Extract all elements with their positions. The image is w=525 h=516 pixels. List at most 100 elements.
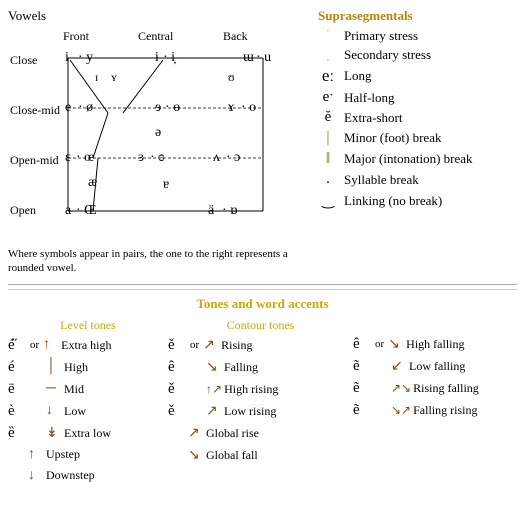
tone-low-rising: ě ↗ Low rising bbox=[168, 403, 353, 420]
tone-extra-high-mark: ↑ bbox=[43, 337, 59, 353]
tone-fr-desc: Falling rising bbox=[413, 403, 477, 418]
sym-U: ʊ bbox=[228, 70, 235, 84]
row-close: Close bbox=[10, 53, 37, 67]
tone-mid-letter: ē bbox=[8, 381, 26, 398]
tone-global-rise: ↗ Global rise bbox=[168, 425, 353, 442]
sym-ae: æ bbox=[88, 175, 97, 190]
vowels-title: Vowels bbox=[8, 8, 308, 24]
syllable-break-symbol: . bbox=[318, 171, 338, 188]
tone-low-letter: è bbox=[8, 403, 26, 420]
contour-tones-col: Contour tones ě or ↗ Rising ê ↘ Falling … bbox=[168, 318, 353, 489]
tone-upstep-desc: Upstep bbox=[46, 447, 80, 462]
tone-global-rise-desc: Global rise bbox=[206, 426, 259, 441]
tone-lf-letter: ẽ bbox=[353, 358, 371, 375]
supraseg-title: Suprasegmentals bbox=[318, 8, 517, 24]
sym-caret: ʌ bbox=[213, 150, 220, 165]
sym-close-o: · ɵ bbox=[165, 100, 180, 115]
tone-mid-mark: ─ bbox=[46, 381, 62, 397]
sym-u-bar: · ɨ̞ bbox=[163, 50, 177, 65]
tone-falling: ê ↘ Falling bbox=[168, 359, 353, 376]
tone-rf-desc: Rising falling bbox=[413, 381, 479, 396]
tone-low-falling: ẽ ↙ Low falling bbox=[353, 358, 517, 375]
tone-extra-high: é̋ or ↑ Extra high bbox=[8, 337, 168, 354]
section-divider bbox=[8, 284, 517, 285]
sym-a-bar: ɐ bbox=[163, 177, 169, 192]
tone-high-rising-mark: ↑↗ bbox=[206, 382, 222, 397]
tone-falling-mark: ↘ bbox=[206, 359, 222, 376]
tone-fr-letter: ẽ bbox=[353, 402, 371, 419]
tone-downstep-desc: Downstep bbox=[46, 468, 95, 483]
sym-schwa: ə bbox=[155, 125, 161, 140]
supraseg-linking: ‿ Linking (no break) bbox=[318, 191, 517, 210]
supraseg-syllable-break: . Syllable break bbox=[318, 171, 517, 188]
tone-high-rising: ě ↑↗ High rising bbox=[168, 381, 353, 398]
tone-rising-desc: Rising bbox=[221, 338, 252, 353]
supraseg-primary: ˈ Primary stress bbox=[318, 28, 517, 44]
extra-short-symbol: ĕ bbox=[318, 109, 338, 126]
minor-break-label: Minor (foot) break bbox=[344, 130, 441, 146]
supraseg-minor-break: | Minor (foot) break bbox=[318, 129, 517, 147]
long-symbol: eː bbox=[318, 66, 338, 86]
sym-open-o: · ɔ bbox=[226, 150, 240, 165]
sym-turned-a: · ɒ bbox=[222, 203, 237, 218]
tone-or-rising: or bbox=[190, 339, 199, 351]
tones-columns: Level tones é̋ or ↑ Extra high é │ High … bbox=[8, 318, 517, 489]
sym-y: · y bbox=[78, 50, 93, 65]
tone-rising-falling: ẽ ↗↘ Rising falling bbox=[353, 380, 517, 397]
sym-I: ɪ bbox=[95, 70, 98, 84]
secondary-stress-symbol: ˌ bbox=[318, 47, 338, 63]
minor-break-symbol: | bbox=[318, 129, 338, 147]
sym-w: ɯ bbox=[243, 50, 254, 65]
sym-rev-e: ɜ bbox=[138, 150, 144, 165]
page-container: Vowels Front Central Back Close Close-mi… bbox=[8, 8, 517, 489]
top-section: Vowels Front Central Back Close Close-mi… bbox=[8, 8, 517, 276]
tone-high-desc: High bbox=[64, 360, 88, 375]
col-front: Front bbox=[63, 29, 90, 43]
sym-rams: ɤ bbox=[228, 100, 235, 115]
sym-OE: · Œ bbox=[76, 203, 97, 218]
tone-low: è ↓ Low bbox=[8, 403, 168, 420]
tone-high-rising-letter: ě bbox=[168, 381, 186, 398]
vowels-chart: Front Central Back Close Close-mid Open-… bbox=[8, 26, 303, 241]
tone-downstep: ↓ Downstep bbox=[8, 468, 168, 484]
sym-o: · o bbox=[241, 100, 256, 115]
row-open: Open bbox=[10, 203, 36, 217]
tone-or-1: or bbox=[30, 339, 39, 351]
tone-upstep-mark: ↑ bbox=[28, 447, 44, 463]
diag3 bbox=[93, 113, 108, 158]
sym-e: e bbox=[65, 100, 71, 115]
tone-low-rising-mark: ↗ bbox=[206, 403, 222, 420]
row-close-mid: Close-mid bbox=[10, 103, 60, 117]
tone-rf-letter: ẽ bbox=[353, 380, 371, 397]
vowels-section: Vowels Front Central Back Close Close-mi… bbox=[8, 8, 308, 276]
tone-extra-low-desc: Extra low bbox=[64, 426, 111, 441]
level-tones-col: Level tones é̋ or ↑ Extra high é │ High … bbox=[8, 318, 168, 489]
half-long-symbol: eˑ bbox=[318, 89, 338, 106]
sym-script-a: ä bbox=[208, 203, 215, 218]
sym-i-bar: ɨ bbox=[155, 50, 159, 65]
supraseg-secondary: ˌ Secondary stress bbox=[318, 47, 517, 63]
tone-falling-desc: Falling bbox=[224, 360, 258, 375]
tone-downstep-mark: ↓ bbox=[28, 468, 44, 484]
major-break-label: Major (intonation) break bbox=[344, 151, 473, 167]
col-back: Back bbox=[223, 29, 248, 43]
contour-tones-title: Contour tones bbox=[168, 318, 353, 333]
tone-high-letter: é bbox=[8, 359, 26, 376]
sym-i: i bbox=[65, 50, 69, 65]
sym-rev-eps: · ɞ bbox=[150, 150, 164, 165]
tone-global-fall: ↘ Global fall bbox=[168, 447, 353, 464]
tone-high: é │ High bbox=[8, 359, 168, 376]
tone-hf-letter: ê bbox=[353, 336, 371, 353]
col-central: Central bbox=[138, 29, 174, 43]
tone-upstep: ↑ Upstep bbox=[8, 447, 168, 463]
tone-extra-low-letter: ȅ bbox=[8, 425, 26, 442]
level-tones-title: Level tones bbox=[8, 318, 168, 333]
tone-falling-rising: ẽ ↘↗ Falling rising bbox=[353, 402, 517, 419]
supraseg-section: Suprasegmentals ˈ Primary stress ˌ Secon… bbox=[308, 8, 517, 276]
tone-mid-desc: Mid bbox=[64, 382, 84, 397]
tone-global-fall-mark: ↘ bbox=[188, 447, 204, 464]
tone-rising-mark: ↗ bbox=[203, 337, 219, 354]
syllable-break-label: Syllable break bbox=[344, 172, 419, 188]
sym-Y: ʏ bbox=[111, 70, 117, 84]
tone-extra-high-letter: é̋ bbox=[8, 337, 26, 354]
